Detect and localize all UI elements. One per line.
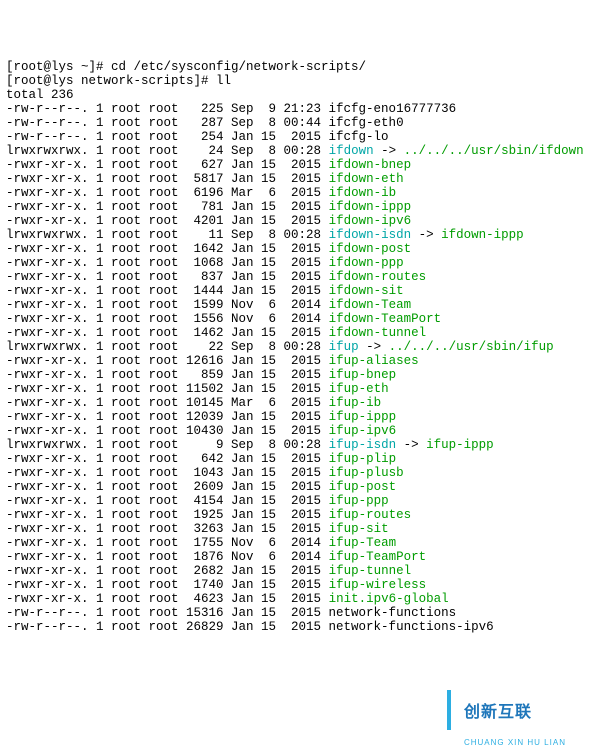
file-entry: -rwxr-xr-x. 1 root root 10430 Jan 15 201…	[6, 424, 597, 438]
file-entry: -rwxr-xr-x. 1 root root 3263 Jan 15 2015…	[6, 522, 597, 536]
file-entry: -rwxr-xr-x. 1 root root 1755 Nov 6 2014 …	[6, 536, 597, 550]
file-entry: -rwxr-xr-x. 1 root root 2609 Jan 15 2015…	[6, 480, 597, 494]
file-entry: lrwxrwxrwx. 1 root root 22 Sep 8 00:28 i…	[6, 340, 597, 354]
watermark-sub: CHUANG XIN HU LIAN	[464, 738, 566, 747]
file-entry: -rwxr-xr-x. 1 root root 1599 Nov 6 2014 …	[6, 298, 597, 312]
file-entry: -rwxr-xr-x. 1 root root 837 Jan 15 2015 …	[6, 270, 597, 284]
file-entry: -rwxr-xr-x. 1 root root 4623 Jan 15 2015…	[6, 592, 597, 606]
file-entry: -rwxr-xr-x. 1 root root 1043 Jan 15 2015…	[6, 466, 597, 480]
file-entry: -rwxr-xr-x. 1 root root 5817 Jan 15 2015…	[6, 172, 597, 186]
file-entry: -rwxr-xr-x. 1 root root 1740 Jan 15 2015…	[6, 578, 597, 592]
file-entry: -rwxr-xr-x. 1 root root 12039 Jan 15 201…	[6, 410, 597, 424]
file-entry: -rwxr-xr-x. 1 root root 1462 Jan 15 2015…	[6, 326, 597, 340]
file-entry: -rwxr-xr-x. 1 root root 781 Jan 15 2015 …	[6, 200, 597, 214]
file-entry: -rwxr-xr-x. 1 root root 1925 Jan 15 2015…	[6, 508, 597, 522]
file-entry: lrwxrwxrwx. 1 root root 24 Sep 8 00:28 i…	[6, 144, 597, 158]
file-entry: -rw-r--r--. 1 root root 26829 Jan 15 201…	[6, 620, 597, 634]
file-entry: -rwxr-xr-x. 1 root root 1642 Jan 15 2015…	[6, 242, 597, 256]
file-entry: -rwxr-xr-x. 1 root root 1556 Nov 6 2014 …	[6, 312, 597, 326]
file-entry: -rwxr-xr-x. 1 root root 1444 Jan 15 2015…	[6, 284, 597, 298]
prompt-line: [root@lys network-scripts]# ll	[6, 74, 597, 88]
file-entry: -rw-r--r--. 1 root root 15316 Jan 15 201…	[6, 606, 597, 620]
terminal-output: [root@lys ~]# cd /etc/sysconfig/network-…	[6, 60, 597, 634]
file-entry: -rwxr-xr-x. 1 root root 859 Jan 15 2015 …	[6, 368, 597, 382]
file-entry: -rwxr-xr-x. 1 root root 11502 Jan 15 201…	[6, 382, 597, 396]
file-entry: -rwxr-xr-x. 1 root root 627 Jan 15 2015 …	[6, 158, 597, 172]
watermark-text: 创新互联	[464, 704, 532, 721]
watermark: 创新互联 CHUANG XIN HU LIAN	[447, 690, 597, 730]
file-entry: -rwxr-xr-x. 1 root root 642 Jan 15 2015 …	[6, 452, 597, 466]
file-entry: -rwxr-xr-x. 1 root root 4154 Jan 15 2015…	[6, 494, 597, 508]
file-entry: -rw-r--r--. 1 root root 287 Sep 8 00:44 …	[6, 116, 597, 130]
total-line: total 236	[6, 88, 597, 102]
file-entry: -rwxr-xr-x. 1 root root 12616 Jan 15 201…	[6, 354, 597, 368]
file-entry: -rwxr-xr-x. 1 root root 4201 Jan 15 2015…	[6, 214, 597, 228]
prompt-line: [root@lys ~]# cd /etc/sysconfig/network-…	[6, 60, 597, 74]
file-entry: -rwxr-xr-x. 1 root root 1068 Jan 15 2015…	[6, 256, 597, 270]
file-entry: -rwxr-xr-x. 1 root root 1876 Nov 6 2014 …	[6, 550, 597, 564]
file-entry: -rw-r--r--. 1 root root 254 Jan 15 2015 …	[6, 130, 597, 144]
file-entry: -rwxr-xr-x. 1 root root 10145 Mar 6 2015…	[6, 396, 597, 410]
file-entry: lrwxrwxrwx. 1 root root 9 Sep 8 00:28 if…	[6, 438, 597, 452]
file-entry: -rwxr-xr-x. 1 root root 6196 Mar 6 2015 …	[6, 186, 597, 200]
file-entry: -rw-r--r--. 1 root root 225 Sep 9 21:23 …	[6, 102, 597, 116]
file-entry: lrwxrwxrwx. 1 root root 11 Sep 8 00:28 i…	[6, 228, 597, 242]
